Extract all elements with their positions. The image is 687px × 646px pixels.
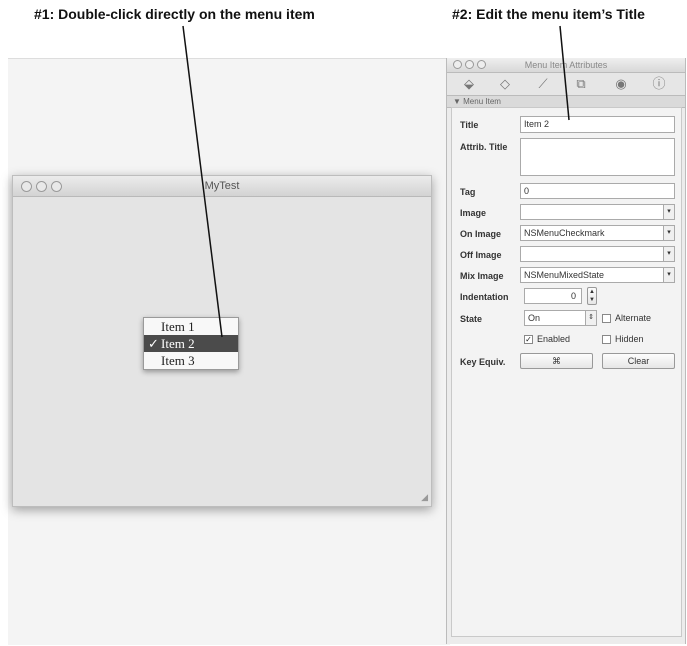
callout-line-1: [182, 25, 223, 338]
callout-lines: [182, 25, 570, 338]
callout-line-2: [559, 25, 570, 121]
